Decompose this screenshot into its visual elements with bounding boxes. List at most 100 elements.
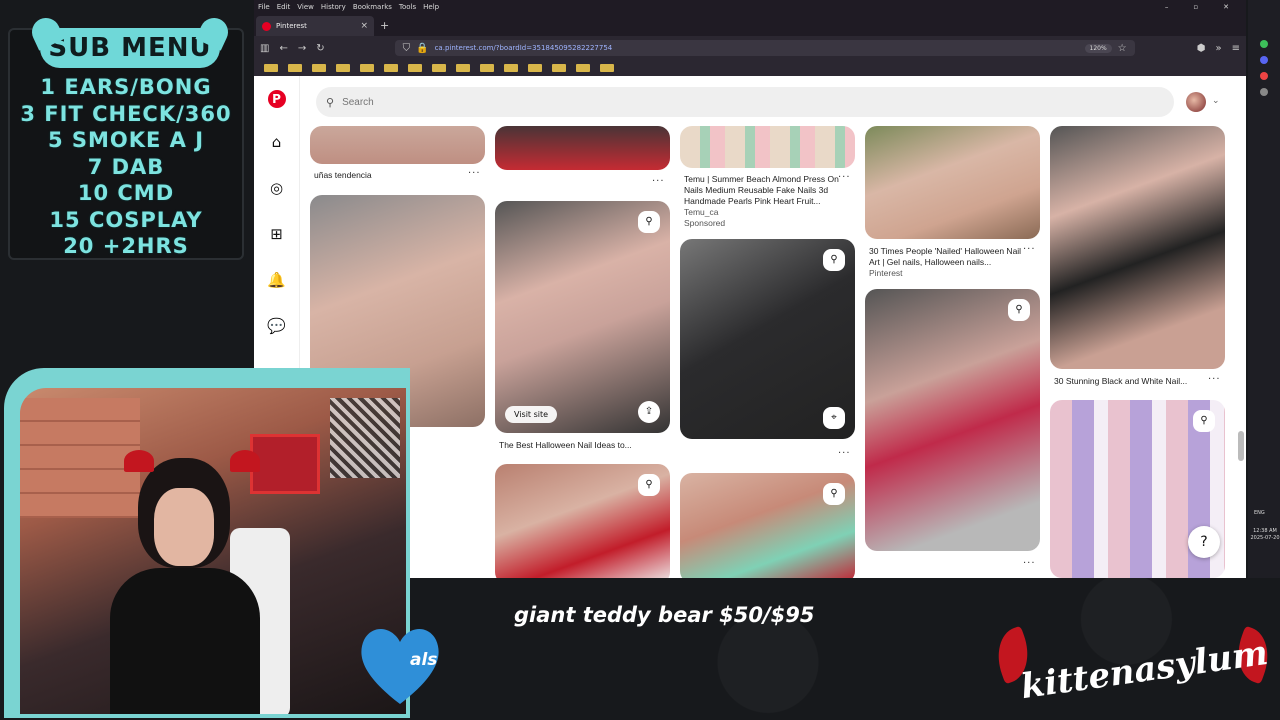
settings-icon[interactable] <box>1260 88 1268 96</box>
pin-valentine-nails[interactable]: ⚲ <box>865 289 1040 551</box>
overflow-icon[interactable]: » <box>1215 43 1221 54</box>
clock-date: 2025-07-20 <box>1250 535 1280 541</box>
avatar[interactable] <box>1186 92 1206 112</box>
menu-edit[interactable]: Edit <box>277 3 291 11</box>
pin-grid: uñas tendencia ··· ··· ⚲ Visit site ⇪ Th… <box>310 126 1240 578</box>
ticker-text: giant teddy bear $50/$95 <box>514 603 815 627</box>
clock-time: 12:38 AM <box>1253 528 1277 534</box>
bookmark-folder-icon[interactable] <box>360 64 374 72</box>
app-menu-icon[interactable]: ≡ <box>1232 43 1240 54</box>
bookmark-folder-icon[interactable] <box>312 64 326 72</box>
maximize-icon[interactable]: ▫ <box>1193 3 1198 11</box>
bookmark-folder-icon[interactable] <box>336 64 350 72</box>
bookmark-folder-icon[interactable] <box>480 64 494 72</box>
pin-caption[interactable]: 30 Stunning Black and White Nail... <box>1054 376 1187 387</box>
bookmark-folder-icon[interactable] <box>552 64 566 72</box>
bookmark-folder-icon[interactable] <box>408 64 422 72</box>
menu-tools[interactable]: Tools <box>399 3 416 11</box>
bookmark-folder-icon[interactable] <box>528 64 542 72</box>
menu-help[interactable]: Help <box>423 3 439 11</box>
help-button[interactable]: ? <box>1188 526 1220 558</box>
scrollbar[interactable] <box>1238 126 1244 566</box>
menu-history[interactable]: History <box>321 3 346 11</box>
menu-view[interactable]: View <box>297 3 314 11</box>
close-icon[interactable]: ✕ <box>1223 3 1229 11</box>
language-indicator[interactable]: ENG <box>1254 510 1265 516</box>
visit-site-button[interactable]: Visit site <box>505 406 558 423</box>
shield-icon[interactable]: ⛉ <box>403 43 411 54</box>
pin-save-icon[interactable]: ⚲ <box>638 474 660 496</box>
visual-search-icon[interactable]: ⌖ <box>823 407 845 429</box>
pin-black-nails[interactable]: ⚲ ⌖ <box>680 239 855 439</box>
reload-icon[interactable]: ↻ <box>316 43 324 54</box>
sidebar-toggle-icon[interactable]: ▥ <box>260 43 269 54</box>
explore-icon[interactable]: ◎ <box>267 176 287 200</box>
zoom-level[interactable]: 120% <box>1084 43 1112 53</box>
pin-save-icon[interactable]: ⚲ <box>823 483 845 505</box>
webcam-feed <box>20 388 406 714</box>
app-icon[interactable] <box>1260 40 1268 48</box>
tab-pinterest[interactable]: Pinterest × <box>256 16 374 36</box>
pin-caption[interactable]: Temu | Summer Beach Almond Press On Nail… <box>684 174 844 207</box>
pin-image[interactable] <box>680 126 855 168</box>
app-icon[interactable] <box>1260 56 1268 64</box>
new-tab-icon[interactable]: + <box>380 19 389 32</box>
bookmark-folder-icon[interactable] <box>504 64 518 72</box>
pin-image[interactable] <box>310 126 485 164</box>
menu-bar: File Edit View History Bookmarks Tools H… <box>254 0 1246 14</box>
bookmark-folder-icon[interactable] <box>432 64 446 72</box>
pin-username[interactable]: Temu_ca <box>684 207 719 218</box>
pin-caption[interactable]: 30 Times People 'Nailed' Halloween Nail … <box>869 246 1024 268</box>
search-bar[interactable]: ⚲ <box>316 87 1174 117</box>
more-options-icon[interactable]: ··· <box>652 176 665 187</box>
app-icon[interactable] <box>1260 72 1268 80</box>
menu-file[interactable]: File <box>258 3 270 11</box>
bookmark-folder-icon[interactable] <box>288 64 302 72</box>
menu-bookmarks[interactable]: Bookmarks <box>353 3 392 11</box>
more-options-icon[interactable]: ··· <box>838 448 851 459</box>
url-text[interactable]: ca.pinterest.com/?boardId=35184509528222… <box>435 44 1079 52</box>
pin-caption[interactable]: uñas tendencia <box>314 170 372 181</box>
address-bar[interactable]: ⛉ 🔒 ca.pinterest.com/?boardId=3518450952… <box>394 40 1135 56</box>
create-icon[interactable]: ⊞ <box>267 222 287 246</box>
pinterest-logo-icon[interactable]: P <box>267 90 286 108</box>
bookmark-folder-icon[interactable] <box>456 64 470 72</box>
pin-halloween-nails[interactable]: ⚲ Visit site ⇪ <box>495 201 670 433</box>
more-options-icon[interactable]: ··· <box>468 168 481 179</box>
more-options-icon[interactable]: ··· <box>1208 374 1221 385</box>
chevron-down-icon[interactable]: ⌄ <box>1212 96 1220 106</box>
more-options-icon[interactable]: ··· <box>1023 558 1036 569</box>
bookmark-star-icon[interactable]: ☆ <box>1118 43 1127 54</box>
pin-save-icon[interactable]: ⚲ <box>1193 410 1215 432</box>
pin-username[interactable]: Pinterest <box>869 268 903 279</box>
pin-black-white-nails[interactable] <box>1050 126 1225 369</box>
pin-image[interactable]: ⚲ <box>495 464 670 578</box>
sub-menu-list: 1 EARS/BONG 3 FIT CHECK/360 5 SMOKE A J … <box>10 74 242 260</box>
bookmark-folder-icon[interactable] <box>576 64 590 72</box>
forward-icon[interactable]: → <box>298 43 306 54</box>
messages-icon[interactable]: 💬 <box>267 314 287 338</box>
extension-icon[interactable]: ⬢ <box>1197 43 1206 54</box>
more-options-icon[interactable]: ··· <box>1023 244 1036 255</box>
share-icon[interactable]: ⇪ <box>638 401 660 423</box>
pin-image[interactable]: ⚲ <box>680 473 855 578</box>
tab-close-icon[interactable]: × <box>360 21 368 31</box>
search-input[interactable] <box>342 96 743 108</box>
pin-caption[interactable]: The Best Halloween Nail Ideas to... <box>499 440 632 451</box>
notifications-icon[interactable]: 🔔 <box>267 268 287 292</box>
home-icon[interactable]: ⌂ <box>267 130 287 154</box>
bookmark-folder-icon[interactable] <box>600 64 614 72</box>
pin-image[interactable] <box>495 126 670 170</box>
more-options-icon[interactable]: ··· <box>838 172 851 183</box>
system-clock[interactable]: 12:38 AM 2025-07-20 <box>1250 528 1280 542</box>
bookmark-folder-icon[interactable] <box>264 64 278 72</box>
pin-save-icon[interactable]: ⚲ <box>638 211 660 233</box>
pin-save-icon[interactable]: ⚲ <box>823 249 845 271</box>
back-icon[interactable]: ← <box>279 43 287 54</box>
bookmark-folder-icon[interactable] <box>384 64 398 72</box>
pin-save-icon[interactable]: ⚲ <box>1008 299 1030 321</box>
minimize-icon[interactable]: – <box>1165 3 1169 11</box>
scrollbar-thumb[interactable] <box>1238 431 1244 461</box>
sponsored-label: Sponsored <box>684 218 726 228</box>
pin-image[interactable] <box>865 126 1040 239</box>
